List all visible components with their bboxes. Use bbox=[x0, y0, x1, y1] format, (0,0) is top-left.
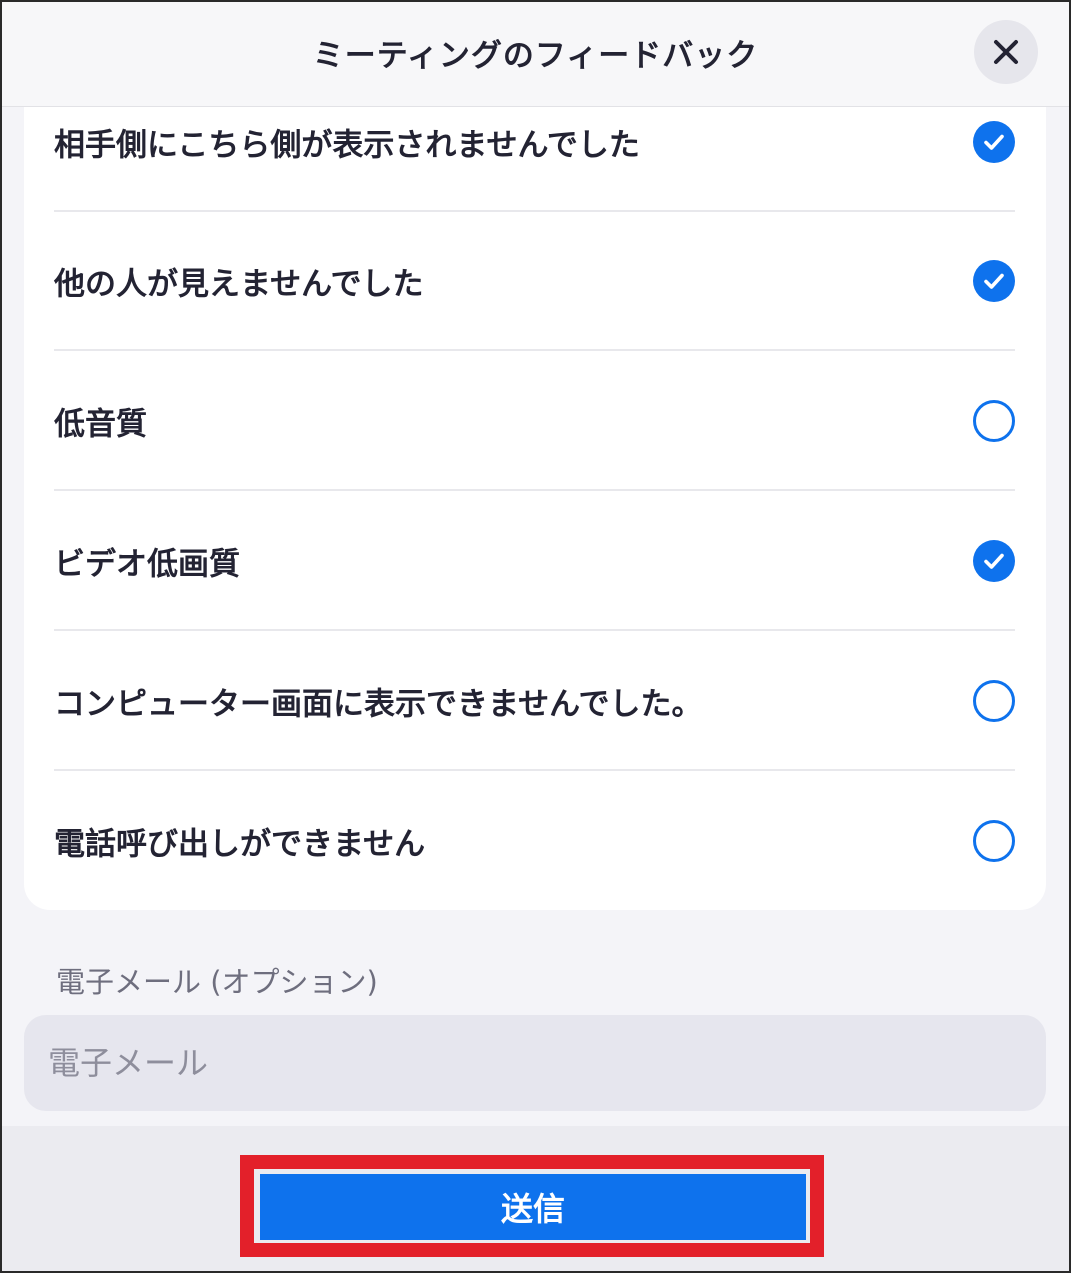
checkbox-unchecked[interactable] bbox=[973, 820, 1015, 862]
dialog-title: ミーティングのフィードバック bbox=[312, 38, 759, 74]
option-label: 相手側にこちら側が表示されませんでした bbox=[54, 127, 640, 164]
option-label: コンピューター画面に表示できませんでした。 bbox=[54, 686, 703, 723]
submit-button[interactable]: 送信 bbox=[260, 1174, 806, 1240]
email-label: 電子メール (オプション) bbox=[56, 965, 378, 999]
close-icon bbox=[994, 40, 1018, 64]
checkbox-unchecked[interactable] bbox=[973, 680, 1015, 722]
email-input[interactable] bbox=[24, 1015, 1046, 1111]
option-label: 他の人が見えませんでした bbox=[54, 266, 424, 303]
option-label: 電話呼び出しができません bbox=[54, 826, 426, 863]
option-row[interactable]: 低音質 bbox=[54, 351, 1015, 491]
option-label: ビデオ低画質 bbox=[54, 546, 240, 583]
checkbox-checked[interactable] bbox=[973, 121, 1015, 163]
checkmark-icon bbox=[984, 553, 1004, 569]
feedback-dialog: ミーティングのフィードバック 相手側にこちら側が表示されませんでした 他の人が見… bbox=[0, 0, 1071, 1273]
checkmark-icon bbox=[984, 134, 1004, 150]
feedback-options-card: 相手側にこちら側が表示されませんでした 他の人が見えませんでした 低音質 ビデオ… bbox=[24, 107, 1046, 910]
option-row[interactable]: 他の人が見えませんでした bbox=[54, 211, 1015, 351]
option-row[interactable]: コンピューター画面に表示できませんでした。 bbox=[54, 631, 1015, 771]
option-label: 低音質 bbox=[54, 406, 147, 443]
option-row[interactable]: 相手側にこちら側が表示されませんでした bbox=[54, 72, 1015, 212]
checkbox-unchecked[interactable] bbox=[973, 400, 1015, 442]
checkmark-icon bbox=[984, 273, 1004, 289]
option-row[interactable]: ビデオ低画質 bbox=[54, 491, 1015, 631]
option-row[interactable]: 電話呼び出しができません bbox=[54, 771, 1015, 911]
checkbox-checked[interactable] bbox=[973, 540, 1015, 582]
checkbox-checked[interactable] bbox=[973, 260, 1015, 302]
